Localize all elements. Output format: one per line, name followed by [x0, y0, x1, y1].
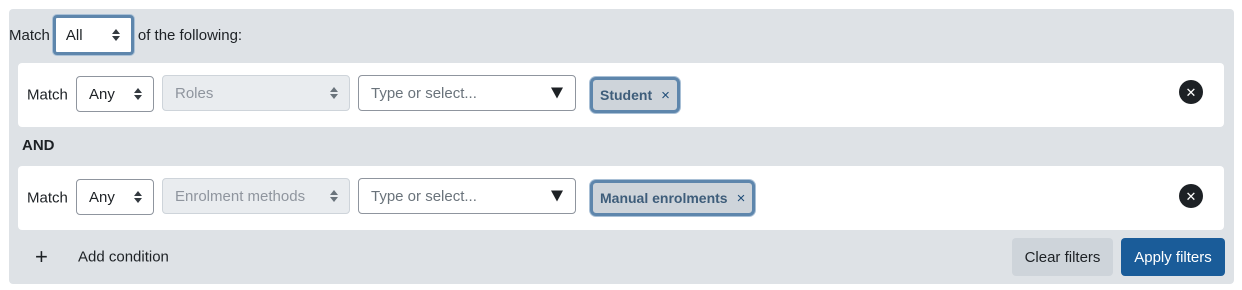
condition-match-select[interactable]: Any	[76, 179, 154, 215]
following-label: of the following:	[137, 26, 243, 44]
apply-filters-button[interactable]: Apply filters	[1121, 238, 1225, 276]
remove-tag-icon[interactable]: ×	[661, 87, 670, 104]
selected-tag-label: Student	[600, 87, 653, 103]
joiner-label: AND	[22, 137, 55, 154]
select-arrows-icon	[134, 191, 142, 203]
selected-tag[interactable]: Manual enrolments ×	[590, 180, 756, 216]
condition-row: Match Any Enrolment methods Type or sele…	[18, 166, 1224, 230]
close-icon: ✕	[1185, 84, 1197, 100]
selected-tag[interactable]: Student ×	[590, 77, 680, 113]
plus-icon[interactable]: +	[35, 246, 48, 268]
condition-value-placeholder: Type or select...	[371, 84, 477, 102]
condition-match-label: Match	[27, 86, 68, 104]
condition-value-input[interactable]: Type or select...	[358, 75, 576, 111]
condition-field-value: Roles	[175, 84, 214, 102]
condition-field-select[interactable]: Roles	[162, 75, 350, 111]
remove-condition-button[interactable]: ✕	[1179, 80, 1203, 104]
clear-filters-button[interactable]: Clear filters	[1012, 238, 1113, 276]
condition-match-label: Match	[27, 189, 68, 207]
condition-match-value: Any	[89, 85, 115, 103]
selected-tag-label: Manual enrolments	[600, 190, 728, 206]
close-icon: ✕	[1185, 188, 1197, 204]
select-arrows-icon	[111, 29, 120, 41]
select-arrows-icon	[330, 190, 338, 202]
condition-match-value: Any	[89, 188, 115, 206]
remove-condition-button[interactable]: ✕	[1179, 184, 1203, 208]
dropdown-arrow-icon	[551, 87, 563, 99]
condition-row: Match Any Roles Type or select... Studen…	[18, 63, 1224, 127]
condition-value-placeholder: Type or select...	[371, 187, 477, 205]
match-all-select[interactable]: All	[52, 15, 134, 55]
condition-field-value: Enrolment methods	[175, 187, 306, 205]
match-all-value: All	[65, 26, 83, 44]
select-arrows-icon	[134, 88, 142, 100]
remove-tag-icon[interactable]: ×	[737, 190, 746, 207]
filters-footer: + Add condition Clear filters Apply filt…	[9, 238, 1225, 276]
add-condition-button[interactable]: Add condition	[78, 249, 169, 266]
condition-value-input[interactable]: Type or select...	[358, 178, 576, 214]
condition-field-select[interactable]: Enrolment methods	[162, 178, 350, 214]
dropdown-arrow-icon	[551, 190, 563, 202]
condition-match-select[interactable]: Any	[76, 76, 154, 112]
match-all-row: Match All of the following:	[9, 15, 242, 55]
match-label: Match	[9, 26, 50, 44]
select-arrows-icon	[330, 87, 338, 99]
